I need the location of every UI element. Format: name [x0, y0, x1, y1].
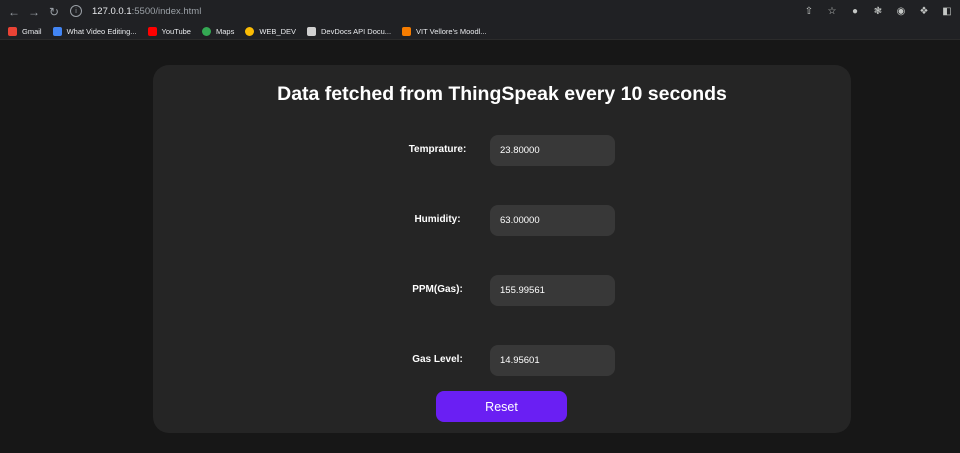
extension-b-icon[interactable]: ❃ [871, 3, 885, 19]
extension-a-icon[interactable]: ● [848, 3, 862, 19]
page-title: Data fetched from ThingSpeak every 10 se… [277, 83, 727, 105]
bookmark-web-dev[interactable]: WEB_DEV [245, 26, 297, 36]
bookmark-gmail[interactable]: Gmail [8, 26, 42, 36]
humidity-field[interactable]: 63.00000 [490, 205, 615, 236]
field-row-temperature: Temprature: 23.80000 [153, 135, 851, 166]
devdocs-icon [307, 26, 317, 36]
data-card: Data fetched from ThingSpeak every 10 se… [153, 65, 851, 433]
side-panel-icon[interactable]: ◧ [940, 3, 954, 19]
extension-c-icon[interactable]: ◉ [894, 3, 908, 19]
bookmark-label: Gmail [22, 26, 42, 36]
bookmark-label: YouTube [161, 26, 191, 36]
field-row-ppm-gas: PPM(Gas): 155.99561 [153, 275, 851, 306]
moodle-icon [402, 26, 412, 36]
field-row-gas-level: Gas Level: 14.95601 [153, 345, 851, 376]
reload-icon[interactable]: ↻ [44, 2, 64, 22]
bookmark-label: WEB_DEV [259, 26, 297, 36]
field-label: Humidity: [414, 214, 461, 225]
address-bar[interactable]: i 127.0.0.1:5500/index.html [70, 2, 805, 20]
share-icon[interactable]: ⇧ [802, 3, 816, 19]
bookmark-label: What Video Editing... [66, 26, 137, 36]
gmail-icon [8, 26, 17, 36]
bookmark-vit-moodle[interactable]: VIT Vellore's Moodl... [402, 26, 487, 36]
bookmark-label: DevDocs API Docu... [321, 26, 392, 36]
browser-toolbar: ← → ↻ i 127.0.0.1:5500/index.html ⇧ ☆ ● … [0, 0, 960, 23]
star-icon[interactable]: ☆ [825, 3, 839, 19]
bookmark-youtube[interactable]: YouTube [147, 26, 191, 36]
temperature-field[interactable]: 23.80000 [490, 135, 615, 166]
site-info-icon[interactable]: i [70, 5, 82, 17]
web-dev-icon [245, 26, 255, 36]
puzzle-icon[interactable]: ❖ [917, 3, 931, 19]
reset-button[interactable]: Reset [436, 391, 567, 422]
url-path: :5500/index.html [131, 5, 202, 17]
ppm-gas-field[interactable]: 155.99561 [490, 275, 615, 306]
bookmark-label: VIT Vellore's Moodl... [416, 26, 487, 36]
field-label: Gas Level: [412, 354, 463, 365]
video-editing-icon [52, 26, 62, 36]
maps-icon [201, 26, 211, 36]
back-icon[interactable]: ← [4, 2, 24, 22]
forward-icon[interactable]: → [24, 2, 44, 22]
url-host: 127.0.0.1 [92, 5, 132, 17]
field-label: Temprature: [408, 144, 467, 155]
bookmark-maps[interactable]: Maps [201, 26, 235, 36]
bookmarks-bar: Gmail What Video Editing... YouTube Maps… [0, 23, 960, 40]
field-label: PPM(Gas): [412, 284, 463, 295]
field-row-humidity: Humidity: 63.00000 [153, 205, 851, 236]
bookmark-label: Maps [215, 26, 235, 36]
gas-level-field[interactable]: 14.95601 [490, 345, 615, 376]
bookmark-devdocs[interactable]: DevDocs API Docu... [307, 26, 392, 36]
youtube-icon [147, 26, 157, 36]
bookmark-video-editing[interactable]: What Video Editing... [52, 26, 137, 36]
